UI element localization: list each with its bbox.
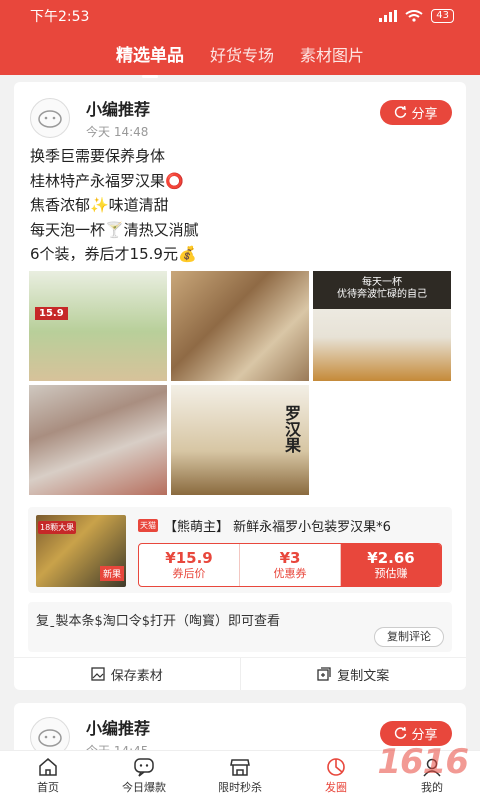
post-line: 每天泡一杯🍸清热又消腻 [30,220,199,239]
price-after-coupon: ¥15.9 券后价 [139,544,240,586]
image-icon [91,667,105,681]
image-price-tag: 15.9 [35,307,68,320]
product-thumbnail: 18颗大果 新果 [36,515,126,587]
tab-material-images[interactable]: 素材图片 [300,42,364,66]
post-image-3[interactable]: 每天一杯 优待奔波忙碌的自己 [313,271,451,381]
taobao-code-text: 复ˍ製本条$淘口令$打开（啕寳）即可查看 [36,614,281,629]
author-name: 小编推荐 [86,100,151,119]
post-text: 换季巨需要保养身体 桂林特产永福罗汉果⭕ 焦香浓郁✨味道清甜 每天泡一杯🍸清热又… [30,144,199,267]
post-actions: 保存素材 复制文案 [14,657,466,690]
post-author: 小编推荐 今天 14:48 [30,96,150,140]
estimated-earn: ¥2.66 预估赚 [341,544,441,586]
nav-label: 首页 [37,780,59,794]
post-image-4[interactable] [29,385,167,495]
nav-flash-sale[interactable]: 限时秒杀 [192,751,288,800]
post-line: 桂林特产永福罗汉果⭕ [30,171,184,190]
nav-home[interactable]: 首页 [0,751,96,800]
avatar[interactable] [30,98,70,138]
nav-hot-today[interactable]: 今日爆款 [96,751,192,800]
home-icon [39,757,57,776]
post-line: 换季巨需要保养身体 [30,147,166,165]
signal-icon [379,10,398,22]
avatar-icon [38,729,62,747]
author-name: 小编推荐 [86,719,151,738]
post-card: 小编推荐 今天 14:48 分享 换季巨需要保养身体 桂林特产永福罗汉果⭕ 焦香… [14,82,466,690]
save-material-button[interactable]: 保存素材 [14,658,240,690]
image-caption: 罗汉果 [282,405,301,453]
post-time: 今天 14:48 [86,125,149,139]
chat-icon [134,757,154,777]
save-material-label: 保存素材 [110,668,163,684]
image-caption: 每天一杯 优待奔波忙碌的自己 [313,271,451,309]
share-icon [395,106,407,118]
top-tabs: 精选单品 好货专场 素材图片 [0,32,480,75]
tmall-badge: 天猫 [138,519,158,532]
copy-comment-button[interactable]: 复制评论 [374,627,444,647]
product-card[interactable]: 18颗大果 新果 天猫 【熊萌主】 新鲜永福罗小包装罗汉果*6 ¥15.9 券后… [28,507,452,593]
status-bar: 下午2:53 43 [0,0,480,32]
post-image-2[interactable] [171,271,309,381]
battery-indicator: 43 [431,9,454,23]
coupon-label: 优惠券 [273,567,307,580]
post-image-1[interactable]: 15.9 [29,271,167,381]
coupon-value: ¥3 [279,549,301,567]
price-after-label: 券后价 [172,567,206,580]
earn-label: 预估赚 [374,567,408,580]
tab-featured[interactable]: 精选单品 [116,41,184,66]
avatar-icon [38,110,62,128]
tab-good-items[interactable]: 好货专场 [210,42,274,66]
post-image-5[interactable]: 罗汉果 [171,385,309,495]
post-line: 焦香浓郁✨味道清甜 [30,196,169,214]
price-after-value: ¥15.9 [165,549,213,567]
price-bar: ¥15.9 券后价 ¥3 优惠券 ¥2.66 预估赚 [138,543,442,587]
status-time: 下午2:53 [30,9,90,25]
share-button[interactable]: 分享 [380,100,452,125]
store-icon [230,758,250,776]
wifi-icon [405,10,423,22]
watermark-logo: 1616 [377,742,469,782]
product-title: 【熊萌主】 新鲜永福罗小包装罗汉果*6 [164,520,391,535]
taobao-code-box: 复ˍ製本条$淘口令$打开（啕寳）即可查看 复制评论 [28,602,452,652]
top-header: 下午2:53 43 精选单品 好货专场 素材图片 [0,0,480,75]
post-line: 6个装，券后才15.9元💰 [30,245,197,263]
nav-label: 限时秒杀 [218,780,262,794]
nav-moments[interactable]: 发圈 [288,751,384,800]
moments-icon [327,757,345,776]
copy-icon [317,667,331,681]
share-label: 分享 [411,728,438,743]
nav-label: 发圈 [325,780,347,794]
thumb-badge: 18颗大果 [38,521,77,534]
copy-text-label: 复制文案 [337,668,390,684]
coupon: ¥3 优惠券 [240,544,341,586]
nav-label: 今日爆款 [122,780,166,794]
share-icon [395,727,407,739]
share-label: 分享 [411,107,438,122]
earn-value: ¥2.66 [367,549,415,567]
thumb-badge-new: 新果 [99,566,124,581]
copy-text-button[interactable]: 复制文案 [239,658,467,690]
